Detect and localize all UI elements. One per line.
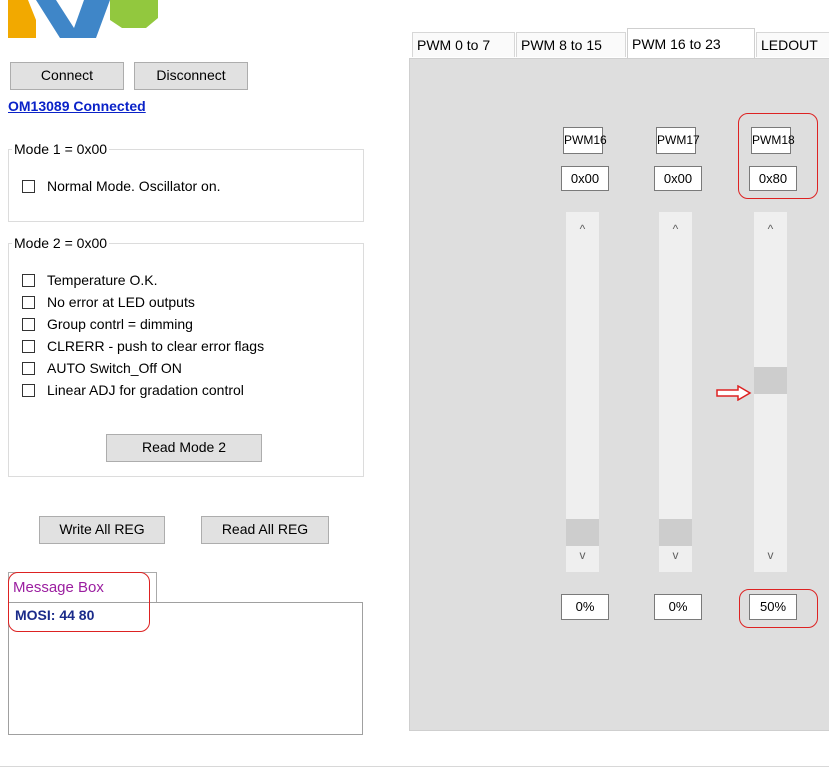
pwm18-highlight-ring-bottom (739, 589, 818, 628)
pwm-percent-field[interactable]: 0% (561, 594, 609, 620)
mode2-checkbox-label: CLRERR - push to clear error flags (47, 338, 265, 354)
chevron-up-icon[interactable]: ^ (659, 222, 692, 236)
chevron-down-icon[interactable]: v (754, 548, 787, 562)
chevron-down-icon[interactable]: v (566, 548, 599, 562)
mode2-checkbox[interactable] (22, 339, 35, 353)
tab-pwm-16-23[interactable]: PWM 16 to 23 (627, 28, 755, 59)
mode1-title: Mode 1 = 0x00 (12, 141, 110, 157)
mode2-checkbox[interactable] (22, 317, 35, 331)
status-divider (0, 766, 829, 767)
chevron-up-icon[interactable]: ^ (566, 222, 599, 236)
mode2-checkbox-label: AUTO Switch_Off ON (47, 360, 182, 376)
connection-status-link[interactable]: OM13089 Connected (8, 98, 146, 114)
pwm-slider-thumb[interactable] (566, 519, 599, 546)
mode2-checkbox-row[interactable]: Linear ADJ for gradation control (22, 380, 244, 400)
pointer-arrow-icon (716, 384, 752, 404)
mode2-checkbox-row[interactable]: No error at LED outputs (22, 292, 195, 312)
message-highlight-ring (8, 572, 150, 632)
chevron-up-icon[interactable]: ^ (754, 222, 787, 236)
pwm-slider-track[interactable] (659, 212, 692, 572)
disconnect-button[interactable]: Disconnect (134, 62, 248, 90)
mode1-checkbox[interactable] (22, 179, 35, 193)
pwm-hex-field[interactable]: 0x00 (561, 166, 609, 191)
mode2-checkbox-label: Linear ADJ for gradation control (47, 382, 244, 398)
mode2-checkbox-row[interactable]: Temperature O.K. (22, 270, 158, 290)
mode2-checkbox[interactable] (22, 361, 35, 375)
nxp-logo (0, 0, 160, 38)
mode2-checkbox[interactable] (22, 383, 35, 397)
mode2-checkbox-row[interactable]: Group contrl = dimming (22, 314, 193, 334)
mode2-checkbox-row[interactable]: CLRERR - push to clear error flags (22, 336, 264, 356)
pwm-percent-field[interactable]: 0% (654, 594, 702, 620)
mode2-checkbox[interactable] (22, 295, 35, 309)
mode1-checkbox-label: Normal Mode. Oscillator on. (47, 178, 221, 194)
mode2-checkbox-row[interactable]: AUTO Switch_Off ON (22, 358, 182, 378)
mode2-checkbox-label: No error at LED outputs (47, 294, 195, 310)
pwm18-highlight-ring-top (738, 113, 818, 199)
channel-name-label: PWM17 (656, 127, 700, 154)
pwm-slider-track[interactable] (566, 212, 599, 572)
read-all-reg-button[interactable]: Read All REG (201, 516, 329, 544)
mode2-checkbox-label: Temperature O.K. (47, 272, 158, 288)
pwm-hex-field[interactable]: 0x00 (654, 166, 702, 191)
channel-name-label: PWM16 (563, 127, 607, 154)
tab-ledout[interactable]: LEDOUT (756, 32, 829, 57)
read-mode2-button[interactable]: Read Mode 2 (106, 434, 262, 462)
mode1-checkbox-row[interactable]: Normal Mode. Oscillator on. (22, 176, 221, 196)
pwm-slider-thumb[interactable] (659, 519, 692, 546)
mode2-checkbox-label: Group contrl = dimming (47, 316, 193, 332)
connect-button[interactable]: Connect (10, 62, 124, 90)
pwm-slider-thumb[interactable] (754, 367, 787, 394)
chevron-down-icon[interactable]: v (659, 548, 692, 562)
tab-pwm-8-15[interactable]: PWM 8 to 15 (516, 32, 626, 57)
mode2-title: Mode 2 = 0x00 (12, 235, 110, 251)
write-all-reg-button[interactable]: Write All REG (39, 516, 165, 544)
tab-pwm-0-7[interactable]: PWM 0 to 7 (412, 32, 515, 57)
mode2-checkbox[interactable] (22, 273, 35, 287)
